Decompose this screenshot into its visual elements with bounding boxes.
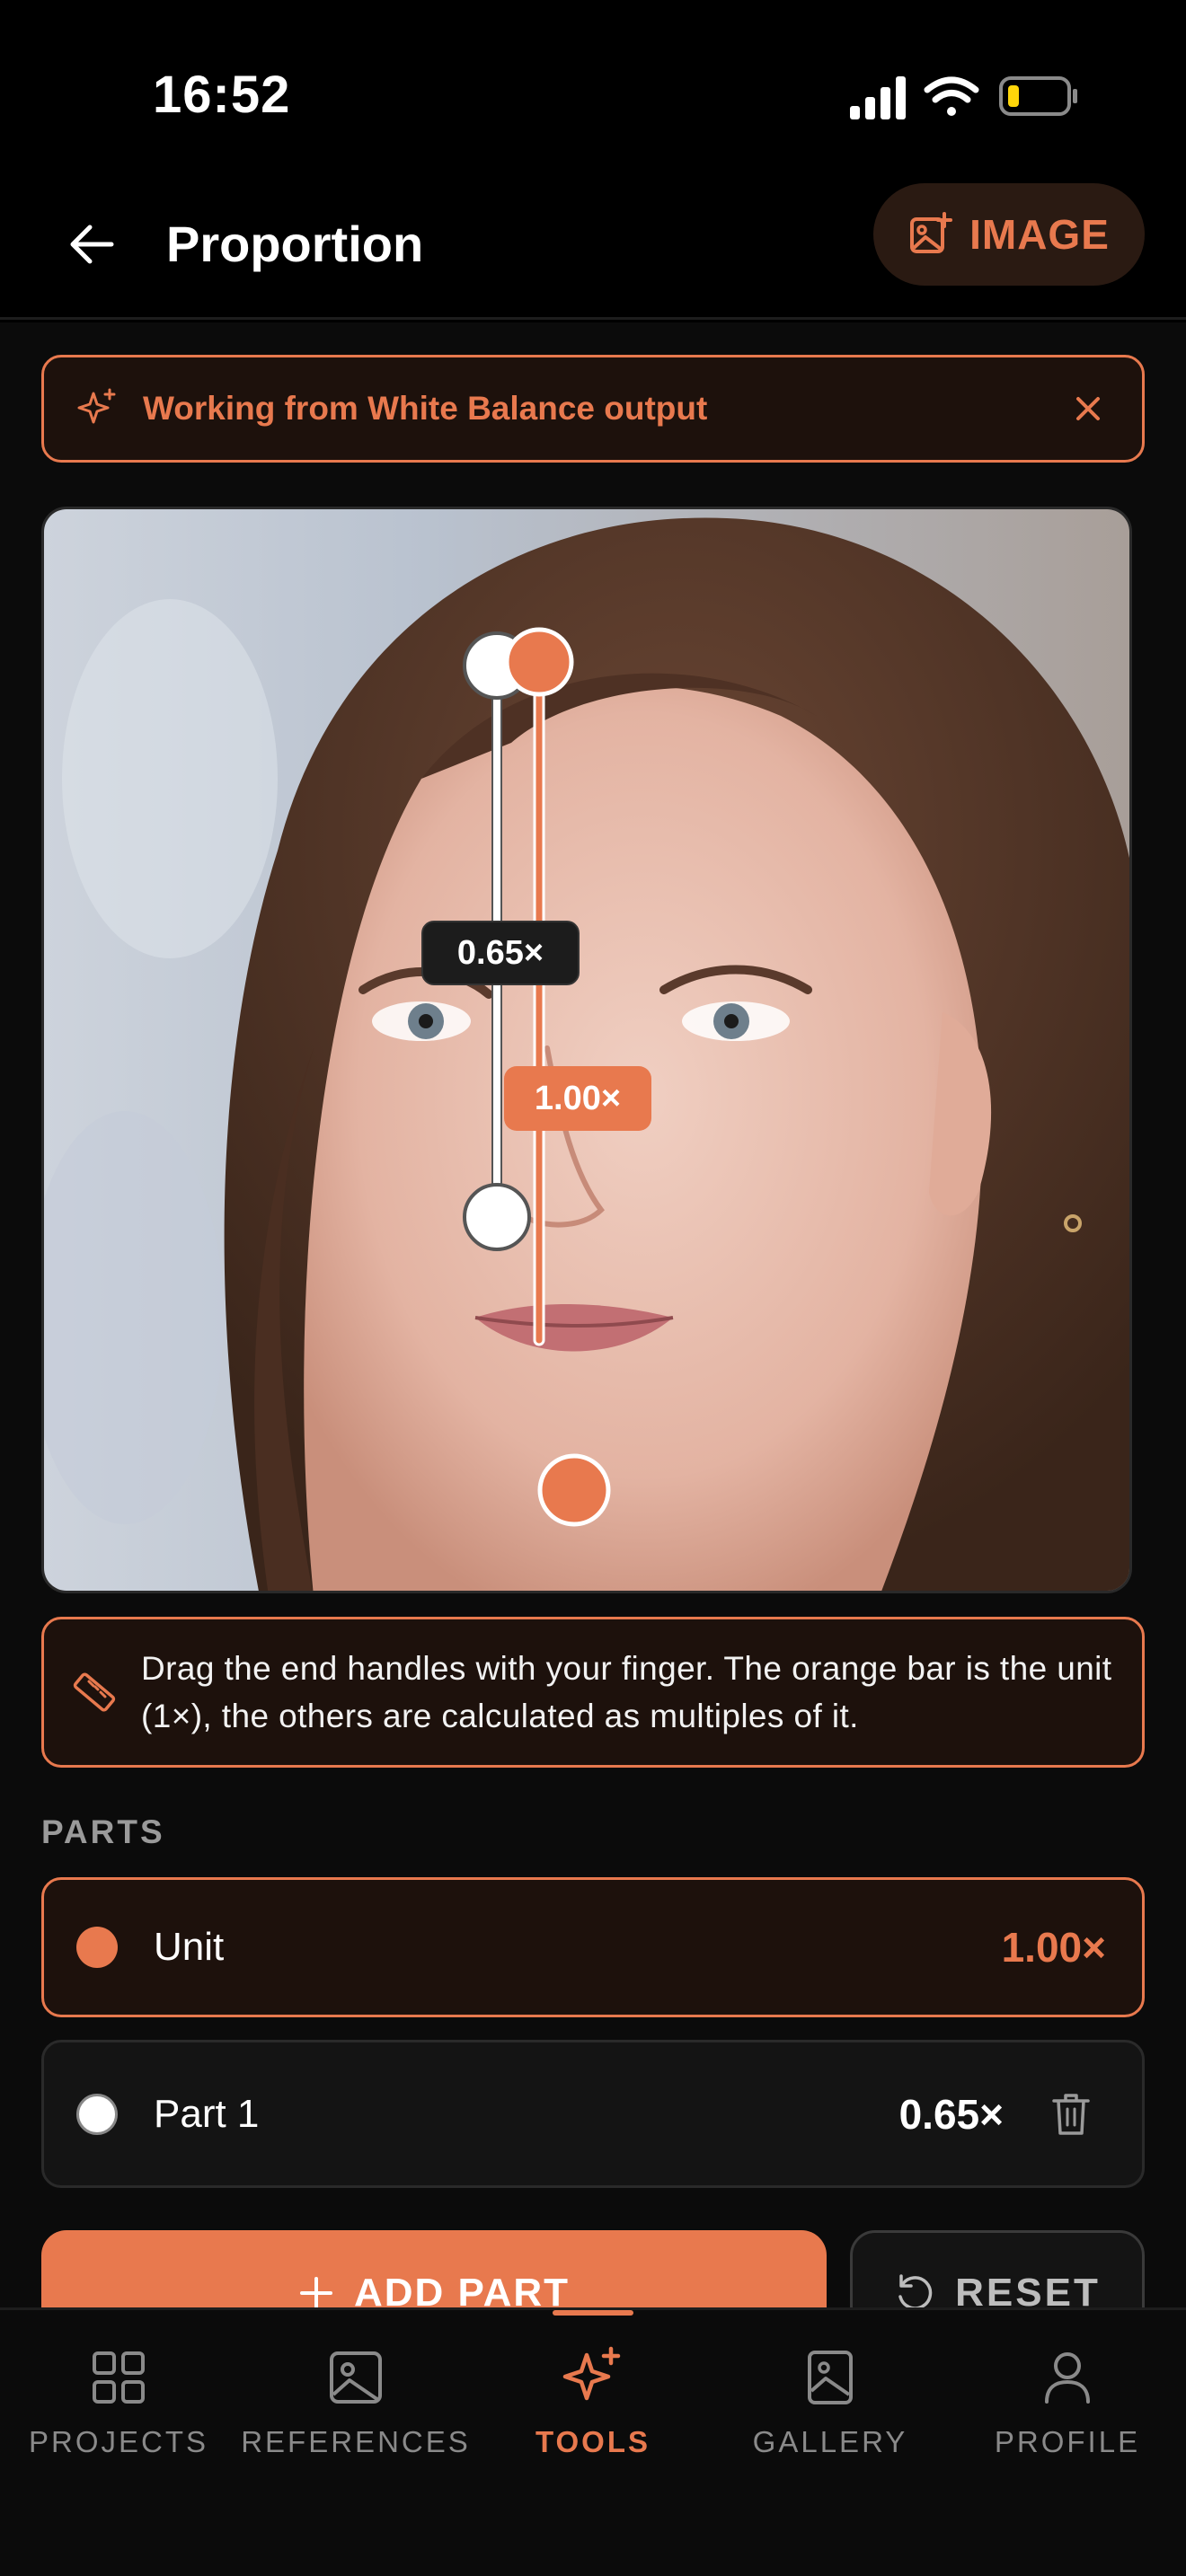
gallery-icon [799,2346,862,2409]
content-area: Working from White Balance output 0.65× … [0,322,1186,2356]
unit-top-handle[interactable] [504,627,574,697]
image-canvas[interactable]: 0.65× 1.00× [41,507,1132,1593]
app-header: Proportion IMAGE [0,180,1186,320]
tab-label: REFERENCES [241,2425,471,2458]
tab-gallery[interactable]: GALLERY [712,2346,949,2490]
person-icon [1036,2346,1099,2409]
ruler-icon [71,1667,118,1717]
cellular-signal-icon [850,76,906,119]
sparkle-icon [75,385,121,432]
hint-text: Drag the end handles with your finger. T… [141,1650,1112,1734]
delete-part-button[interactable] [1040,2083,1102,2146]
trash-icon [1052,2093,1090,2135]
grid-icon [87,2346,150,2409]
part-name: Part 1 [154,2091,260,2136]
plus-icon [299,2277,332,2309]
back-button[interactable] [56,208,128,280]
tab-profile[interactable]: PROFILE [949,2346,1186,2490]
parts-section-label: PARTS [41,1813,165,1850]
image-button[interactable]: IMAGE [873,183,1145,286]
close-icon [1076,397,1100,420]
status-bar: 16:52 [0,0,1186,180]
image-icon [324,2346,387,2409]
bottom-tab-bar: PROJECTS REFERENCES TOOLS GALLERY PROFIL… [0,2307,1186,2576]
active-tab-indicator [553,2310,633,2316]
battery-icon [999,76,1077,116]
unit-color-dot [76,1927,118,1968]
tab-label: PROJECTS [28,2425,209,2458]
unit-measure-bar [533,660,545,1346]
part-color-dot [76,2093,118,2135]
tab-label: GALLERY [752,2425,908,2458]
banner-text: Working from White Balance output [143,390,708,427]
part-name: Unit [154,1925,225,1969]
tab-label: TOOLS [535,2425,651,2458]
part-value: 0.65× [898,2090,1004,2138]
part-bottom-handle[interactable] [463,1183,531,1251]
close-banner-button[interactable] [1052,373,1124,445]
part-row-unit[interactable]: Unit 1.00× [41,1877,1145,2017]
page-title: Proportion [166,216,424,272]
sparkle-icon [562,2346,624,2409]
add-image-icon [910,212,953,253]
status-icons [846,72,1080,122]
tab-references[interactable]: REFERENCES [237,2346,474,2490]
unit-bottom-handle[interactable] [537,1453,611,1527]
tab-projects[interactable]: PROJECTS [0,2346,237,2490]
part-value: 1.00× [1001,1924,1106,1971]
part-ratio-label: 0.65× [421,921,580,985]
status-time: 16:52 [153,66,291,124]
tab-tools[interactable]: TOOLS [474,2346,712,2490]
source-banner: Working from White Balance output [41,355,1145,463]
tab-label: PROFILE [994,2425,1141,2458]
unit-ratio-label: 1.00× [504,1066,651,1131]
arrow-left-icon [70,225,114,264]
hint-box: Drag the end handles with your finger. T… [41,1617,1145,1768]
measurement-overlay [463,627,611,1527]
part-row-part-1[interactable]: Part 1 0.65× [41,2040,1145,2188]
wifi-icon [924,76,979,116]
image-button-label: IMAGE [969,211,1110,258]
